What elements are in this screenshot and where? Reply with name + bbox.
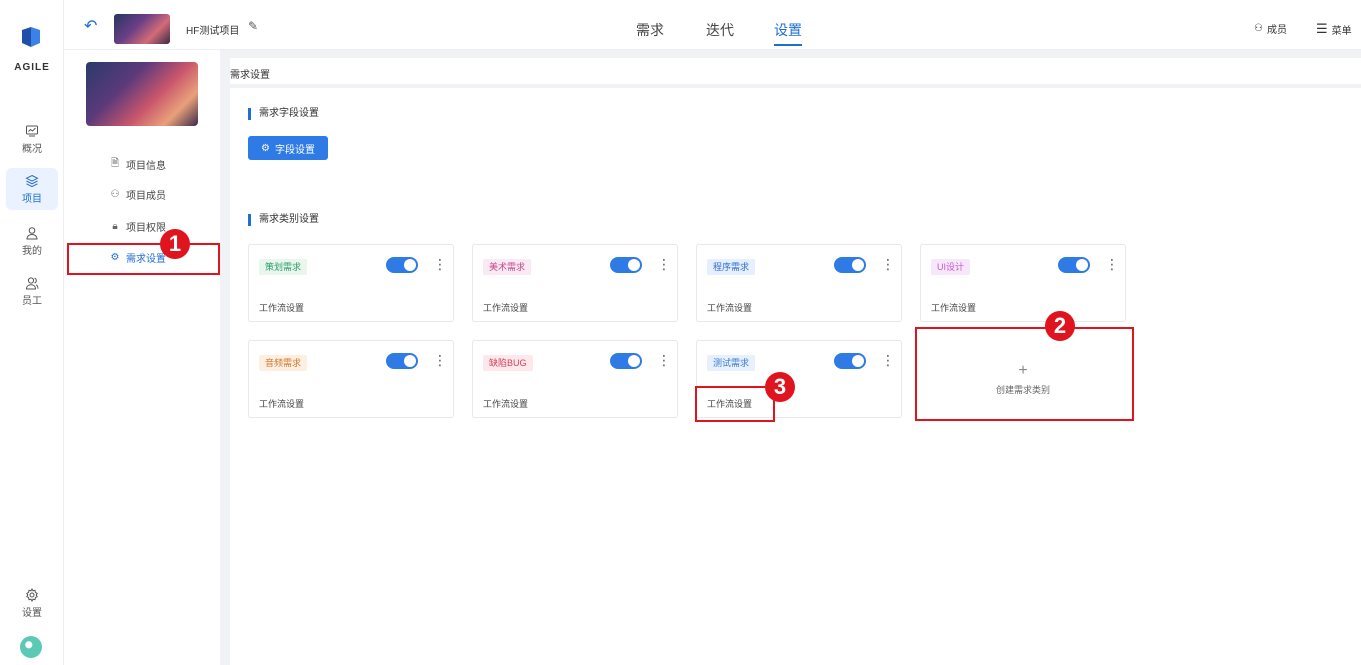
settings-sidebar: 🗎 项目信息 ⚇ 项目成员 🔒︎ 项目权限 ⚙︎ 需求设置: [64, 50, 220, 665]
members-label: 成员: [1266, 25, 1287, 36]
rail-item-label: 项目: [22, 193, 42, 205]
type-tag: 缺陷BUG: [483, 355, 533, 371]
rail-item-mine[interactable]: 我的: [6, 220, 58, 262]
hamburger-icon: ☰: [1316, 21, 1328, 36]
sidebar-item-project-info[interactable]: 🗎 项目信息: [110, 154, 166, 174]
more-options-icon[interactable]: ⋮: [433, 257, 447, 271]
breadcrumb: 需求设置: [230, 70, 270, 81]
highlight-box-requirement-settings: [67, 243, 220, 275]
rail-item-label: 设置: [22, 607, 42, 619]
rail-item-overview[interactable]: 概况: [6, 118, 58, 160]
active-tab-indicator: [774, 44, 802, 46]
lock-icon: 🔒︎: [112, 220, 118, 232]
highlight-box-create-type: [915, 327, 1134, 421]
workflow-settings-link[interactable]: 工作流设置: [483, 301, 528, 314]
type-enable-toggle[interactable]: [386, 353, 418, 369]
avatar[interactable]: [20, 636, 42, 658]
type-tag: 音频需求: [259, 355, 308, 371]
workflow-settings-link[interactable]: 工作流设置: [259, 397, 304, 410]
gear-icon: ⚙︎: [261, 142, 270, 154]
members-button[interactable]: ⚇ 成员: [1254, 21, 1287, 36]
type-enable-toggle[interactable]: [610, 353, 642, 369]
type-card-planning: 策划需求 ⋮ 工作流设置: [248, 244, 454, 322]
annotation-badge: 1: [160, 229, 190, 259]
more-options-icon[interactable]: ⋮: [433, 353, 447, 367]
workflow-settings-link[interactable]: 工作流设置: [483, 397, 528, 410]
main-panel: 需求字段设置 ⚙︎ 字段设置 需求类别设置 策划需求 ⋮ 工作流设置 美术需求 …: [230, 88, 1361, 665]
rail-item-label: 员工: [22, 295, 42, 307]
back-arrow-icon[interactable]: ↶: [84, 16, 97, 36]
app-logo-icon[interactable]: [20, 26, 42, 48]
type-card-audio: 音频需求 ⋮ 工作流设置: [248, 340, 454, 418]
type-card-art: 美术需求 ⋮ 工作流设置: [472, 244, 678, 322]
type-settings-title: 需求类别设置: [248, 214, 319, 226]
more-options-icon[interactable]: ⋮: [657, 353, 671, 367]
type-tag: 测试需求: [707, 355, 756, 371]
document-icon: 🗎: [110, 157, 120, 169]
type-card-program: 程序需求 ⋮ 工作流设置: [696, 244, 902, 322]
tab-settings[interactable]: 设置: [774, 20, 802, 40]
field-settings-button[interactable]: ⚙︎ 字段设置: [248, 136, 328, 160]
breadcrumb-bar: 需求设置: [230, 58, 1361, 84]
rail-item-label: 我的: [22, 245, 42, 257]
user-icon: [26, 226, 38, 239]
rail-item-project[interactable]: 项目: [6, 168, 58, 210]
type-enable-toggle[interactable]: [386, 257, 418, 273]
edit-icon[interactable]: ✎: [248, 19, 258, 33]
project-name: HF测试项目: [186, 26, 240, 37]
field-settings-title: 需求字段设置: [248, 108, 319, 120]
type-enable-toggle[interactable]: [834, 353, 866, 369]
field-settings-button-label: 字段设置: [274, 144, 315, 156]
type-enable-toggle[interactable]: [610, 257, 642, 273]
type-tag: UI设计: [931, 259, 971, 275]
tab-requirements[interactable]: 需求: [636, 20, 664, 40]
top-header: ↶ HF测试项目 ✎ 需求 迭代 设置 ⚇ 成员 ☰ 菜单: [64, 0, 1361, 50]
sidebar-item-label: 项目权限: [126, 222, 166, 234]
staff-icon: [25, 276, 39, 289]
app-logo-text: AGILE: [14, 62, 50, 73]
highlight-box-workflow-settings: [695, 386, 775, 422]
project-thumbnail: [114, 14, 170, 44]
members-icon: ⚇: [110, 188, 120, 200]
type-tag: 程序需求: [707, 259, 756, 275]
rail-item-label: 概况: [22, 143, 42, 155]
sidebar-item-project-members[interactable]: ⚇ 项目成员: [110, 184, 166, 204]
sidebar-item-label: 项目成员: [126, 190, 166, 202]
rail-item-staff[interactable]: 员工: [6, 270, 58, 312]
type-enable-toggle[interactable]: [1058, 257, 1090, 273]
members-icon: ⚇: [1254, 23, 1263, 34]
sidebar-item-label: 项目信息: [126, 160, 166, 172]
annotation-badge: 3: [765, 372, 795, 402]
type-card-ui-design: UI设计 ⋮ 工作流设置: [920, 244, 1126, 322]
workflow-settings-link[interactable]: 工作流设置: [707, 301, 752, 314]
type-tag: 美术需求: [483, 259, 532, 275]
menu-button[interactable]: ☰ 菜单: [1316, 21, 1352, 37]
project-icon: [25, 174, 39, 187]
more-options-icon[interactable]: ⋮: [657, 257, 671, 271]
workflow-settings-link[interactable]: 工作流设置: [931, 301, 976, 314]
annotation-badge: 2: [1045, 311, 1075, 341]
tab-iterations[interactable]: 迭代: [706, 20, 734, 40]
sidebar-item-project-permissions[interactable]: 🔒︎ 项目权限: [110, 216, 166, 236]
rail-item-settings[interactable]: 设置: [6, 582, 58, 624]
app-rail: AGILE 概况 项目 我的 员工 设置: [0, 0, 64, 665]
project-cover-image: [86, 62, 198, 126]
more-options-icon[interactable]: ⋮: [881, 353, 895, 367]
gear-icon: [26, 587, 38, 602]
menu-label: 菜单: [1331, 25, 1352, 37]
more-options-icon[interactable]: ⋮: [881, 257, 895, 271]
type-enable-toggle[interactable]: [834, 257, 866, 273]
type-tag: 策划需求: [259, 259, 308, 275]
overview-icon: [26, 125, 38, 136]
type-card-bug: 缺陷BUG ⋮ 工作流设置: [472, 340, 678, 418]
more-options-icon[interactable]: ⋮: [1105, 257, 1119, 271]
workflow-settings-link[interactable]: 工作流设置: [259, 301, 304, 314]
